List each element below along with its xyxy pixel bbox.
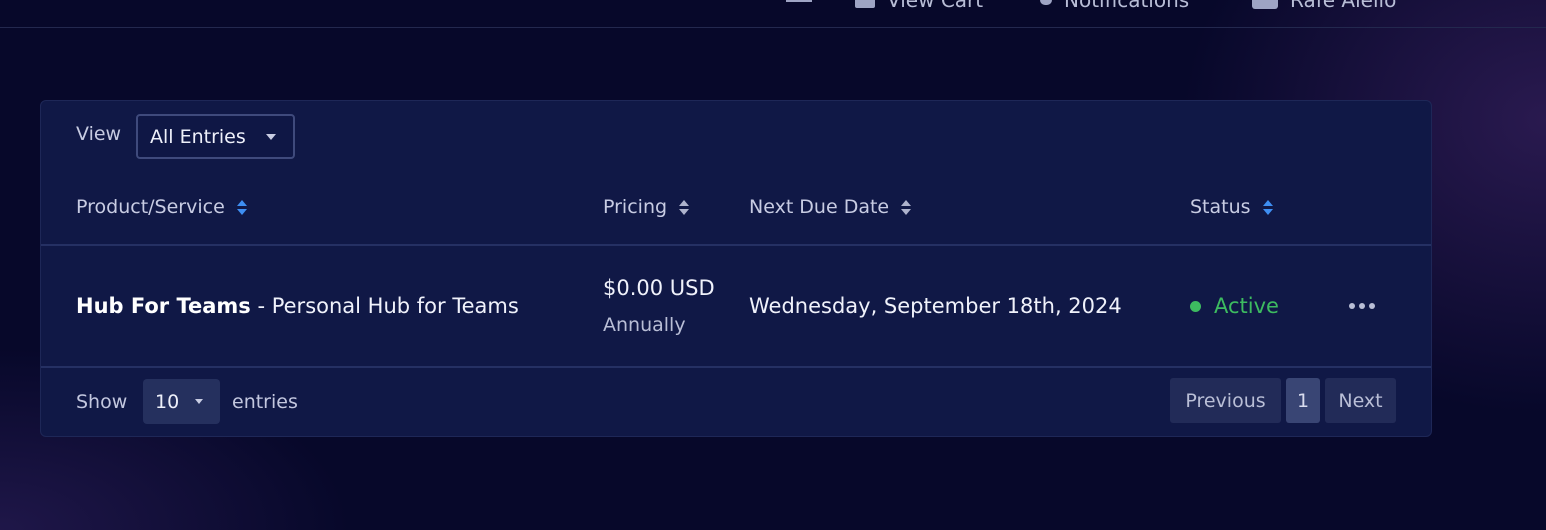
previous-page-button[interactable]: Previous	[1170, 378, 1281, 423]
footer-divider	[41, 366, 1431, 368]
status-badge: Active	[1190, 294, 1279, 318]
bell-icon	[1040, 0, 1052, 5]
page-1-button[interactable]: 1	[1286, 378, 1320, 423]
sort-icon	[1262, 199, 1273, 215]
chevron-down-icon	[266, 134, 276, 140]
chevron-down-icon	[195, 399, 203, 404]
view-filter-label: View	[76, 123, 122, 145]
page-length-select[interactable]: 10	[143, 379, 220, 424]
view-cart-label: View Cart	[887, 0, 984, 12]
view-filter-value: All Entries	[150, 125, 246, 148]
user-menu[interactable]: Rafe Alello	[1252, 0, 1396, 12]
header-divider	[41, 244, 1431, 246]
column-header-pricing[interactable]: Pricing	[603, 196, 690, 218]
column-header-label: Status	[1190, 196, 1251, 218]
billing-cycle: Annually	[603, 314, 686, 336]
share-icon	[786, 0, 812, 2]
show-label: Show	[76, 391, 128, 413]
sort-icon	[679, 199, 690, 215]
notifications-link[interactable]: Notifications	[1040, 0, 1189, 12]
column-header-label: Pricing	[603, 196, 668, 218]
more-options-button[interactable]	[1349, 303, 1375, 309]
view-filter-select[interactable]: All Entries	[136, 114, 295, 159]
sort-icon	[236, 199, 247, 215]
entries-label: entries	[232, 391, 298, 413]
product-cell: Hub For Teams - Personal Hub for Teams	[76, 294, 519, 318]
share-link[interactable]	[786, 0, 812, 2]
services-table-panel: View All Entries Product/Service Pricing…	[40, 100, 1432, 437]
top-navigation: View Cart Notifications Rafe Alello	[0, 0, 1546, 28]
price-amount: $0.00 USD	[603, 276, 715, 300]
notifications-label: Notifications	[1064, 0, 1190, 12]
column-header-status[interactable]: Status	[1190, 196, 1273, 218]
cart-icon	[855, 0, 875, 8]
next-page-button[interactable]: Next	[1325, 378, 1396, 423]
view-cart-link[interactable]: View Cart	[855, 0, 983, 12]
product-description: - Personal Hub for Teams	[250, 294, 519, 318]
user-name: Rafe Alello	[1290, 0, 1397, 12]
sort-icon	[901, 199, 912, 215]
status-dot-icon	[1190, 300, 1201, 312]
column-header-next-due-date[interactable]: Next Due Date	[749, 196, 912, 218]
column-header-product[interactable]: Product/Service	[76, 196, 247, 218]
page-length-value: 10	[155, 390, 180, 413]
column-header-label: Next Due Date	[749, 196, 890, 218]
status-text: Active	[1214, 294, 1279, 318]
next-due-date: Wednesday, September 18th, 2024	[749, 294, 1122, 318]
ellipsis-icon	[1349, 303, 1355, 309]
column-header-label: Product/Service	[76, 196, 225, 218]
user-icon	[1252, 0, 1278, 9]
product-name: Hub For Teams	[76, 294, 251, 318]
